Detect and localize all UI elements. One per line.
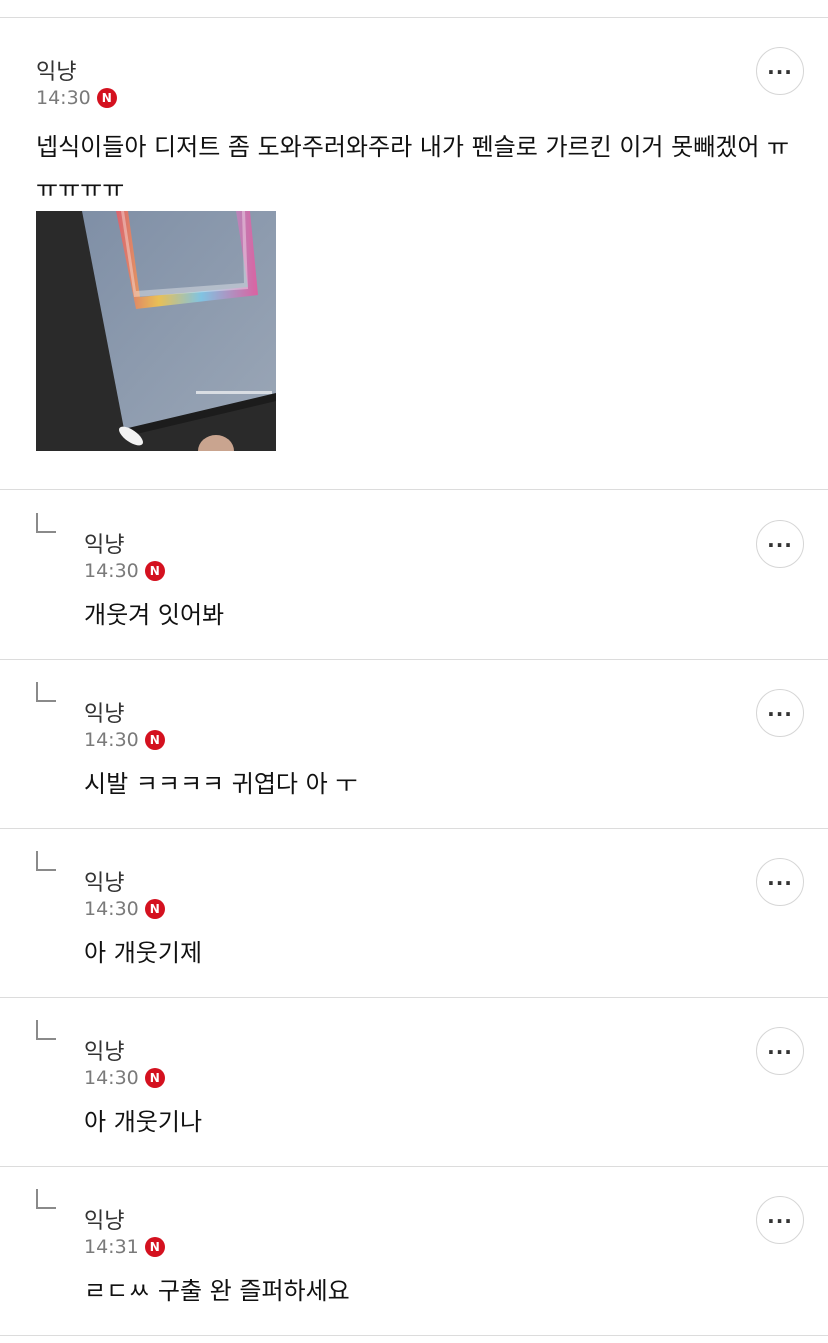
comment-author[interactable]: 익냥	[84, 865, 124, 897]
comment-author[interactable]: 익냥	[84, 527, 124, 559]
comment-body: ㄹㄷㅆ 구출 완 즐퍼하세요	[84, 1277, 350, 1305]
comment-author[interactable]: 익냥	[84, 1034, 124, 1066]
comment-item: 익냥 14:30 N ... 시발 ㅋㅋㅋㅋ 귀엽다 아 ㅜ	[0, 660, 828, 829]
post-time: 14:30	[36, 87, 91, 109]
comment-item: 익냥 14:31 N ... ㄹㄷㅆ 구출 완 즐퍼하세요	[0, 1167, 828, 1336]
post-body: 넵식이들아 디저트 좀 도와주러와주라 내가 펜슬로 가르킨 이거 못빼겠어 ㅠ…	[36, 133, 790, 203]
comment-more-button[interactable]: ...	[756, 1027, 804, 1075]
photo-thumbnail-icon	[36, 211, 276, 451]
comment-author[interactable]: 익냥	[84, 696, 124, 728]
comment-body: 개웃겨 잇어봐	[84, 601, 225, 629]
comment-time: 14:30	[84, 560, 139, 582]
comment-time: 14:30	[84, 1067, 139, 1089]
comment-more-button[interactable]: ...	[756, 520, 804, 568]
more-horizontal-icon: ...	[767, 1204, 793, 1228]
comment-meta: 14:30 N	[84, 898, 165, 920]
comment-body: 아 개웃기나	[84, 1108, 203, 1136]
comment-item: 익냥 14:30 N ... 아 개웃기제	[0, 829, 828, 998]
reply-arrow-icon	[36, 1020, 56, 1040]
comment-item: 익냥 14:30 N ... 아 개웃기나	[0, 998, 828, 1167]
post: 익냥 14:30 N ... 넵식이들아 디저트 좀 도와주러와주라 내가 펜슬…	[0, 18, 828, 490]
comment-time: 14:30	[84, 729, 139, 751]
more-horizontal-icon: ...	[767, 528, 793, 552]
new-badge: N	[144, 1068, 165, 1088]
new-badge: N	[144, 899, 165, 919]
more-horizontal-icon: ...	[767, 697, 793, 721]
comment-meta: 14:30 N	[84, 1067, 165, 1089]
comment-meta: 14:30 N	[84, 729, 165, 751]
reply-arrow-icon	[36, 682, 56, 702]
comment-body: 시발 ㅋㅋㅋㅋ 귀엽다 아 ㅜ	[84, 770, 358, 798]
comment-time: 14:31	[84, 1236, 139, 1258]
new-badge: N	[144, 1237, 165, 1257]
comment-meta: 14:30 N	[84, 560, 165, 582]
post-photo[interactable]	[36, 211, 276, 451]
new-badge: N	[144, 730, 165, 750]
comment-item: 익냥 14:30 N ... 개웃겨 잇어봐	[0, 491, 828, 660]
new-badge: N	[96, 88, 117, 108]
reply-arrow-icon	[36, 513, 56, 533]
comment-more-button[interactable]: ...	[756, 858, 804, 906]
reply-arrow-icon	[36, 1189, 56, 1209]
comment-body: 아 개웃기제	[84, 939, 203, 967]
post-author[interactable]: 익냥	[36, 54, 76, 86]
new-badge: N	[144, 561, 165, 581]
post-more-button[interactable]: ...	[756, 47, 804, 95]
post-meta: 14:30 N	[36, 87, 117, 109]
reply-arrow-icon	[36, 851, 56, 871]
comment-meta: 14:31 N	[84, 1236, 165, 1258]
comment-more-button[interactable]: ...	[756, 1196, 804, 1244]
comment-more-button[interactable]: ...	[756, 689, 804, 737]
more-horizontal-icon: ...	[767, 866, 793, 890]
comment-author[interactable]: 익냥	[84, 1203, 124, 1235]
more-horizontal-icon: ...	[767, 1035, 793, 1059]
more-horizontal-icon: ...	[767, 55, 793, 79]
comment-time: 14:30	[84, 898, 139, 920]
